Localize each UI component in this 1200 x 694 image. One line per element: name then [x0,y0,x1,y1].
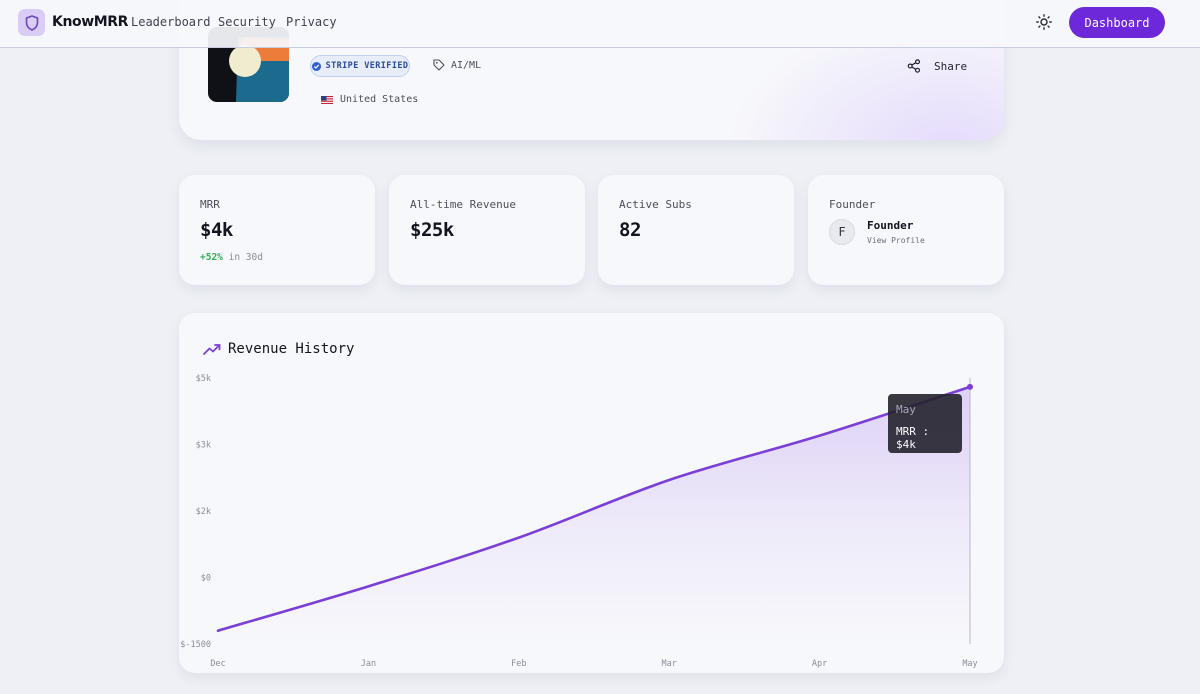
mrr-change: +52% in 30d [200,252,263,263]
tooltip-value: $4k [896,438,916,451]
mrr-label: MRR [200,198,220,211]
share-label: Share [934,59,968,73]
verified-label: STRIPE VERIFIED [325,61,409,71]
check-circle-icon [311,61,321,71]
nav-link-leaderboard[interactable]: Leaderboard [131,15,210,29]
subs-card: Active Subs 82 [598,175,794,285]
revenue-label: All-time Revenue [410,198,516,211]
view-profile-link[interactable]: View Profile [867,236,925,245]
nav-link-privacy[interactable]: Privacy [286,15,337,29]
tooltip-label: May [896,403,916,416]
share-icon [907,59,921,73]
top-navbar: KnowMRR Leaderboard Security Privacy Das… [0,0,1200,48]
chart-tooltip: May MRR : $4k [888,394,962,453]
us-flag-icon [321,95,333,104]
country-label: United States [340,94,419,105]
founder-label: Founder [829,198,876,211]
sun-icon[interactable] [1036,14,1052,30]
founder-name[interactable]: Founder [867,219,913,232]
category-label: AI/ML [451,59,482,71]
mrr-change-suffix: in 30d [228,252,263,263]
dashboard-button[interactable]: Dashboard [1069,7,1165,38]
founder-avatar[interactable]: F [829,219,855,245]
revenue-history-card: Revenue History [179,313,1004,673]
brand-name[interactable]: KnowMRR [52,14,128,30]
subs-value: 82 [619,219,641,241]
tag-icon [433,59,445,71]
revenue-card: All-time Revenue $25k [389,175,585,285]
chart-title: Revenue History [203,341,354,357]
tooltip-value-row: MRR : $4k [896,425,930,451]
subs-label: Active Subs [619,198,692,211]
country-info: United States [321,94,418,105]
mrr-value: $4k [200,219,233,241]
mrr-card: MRR $4k +52% in 30d [179,175,375,285]
founder-card: Founder F Founder View Profile [808,175,1004,285]
stripe-verified-badge: STRIPE VERIFIED [310,55,410,77]
tooltip-series: MRR [896,425,916,438]
trending-up-icon [203,344,221,355]
revenue-value: $25k [410,219,454,241]
category-tag[interactable]: AI/ML [433,59,481,71]
chart-title-label: Revenue History [228,341,355,357]
mrr-change-value: +52% [200,252,223,263]
share-button[interactable]: Share [907,59,967,73]
shield-icon[interactable] [18,9,45,36]
nav-link-security[interactable]: Security [218,15,276,29]
